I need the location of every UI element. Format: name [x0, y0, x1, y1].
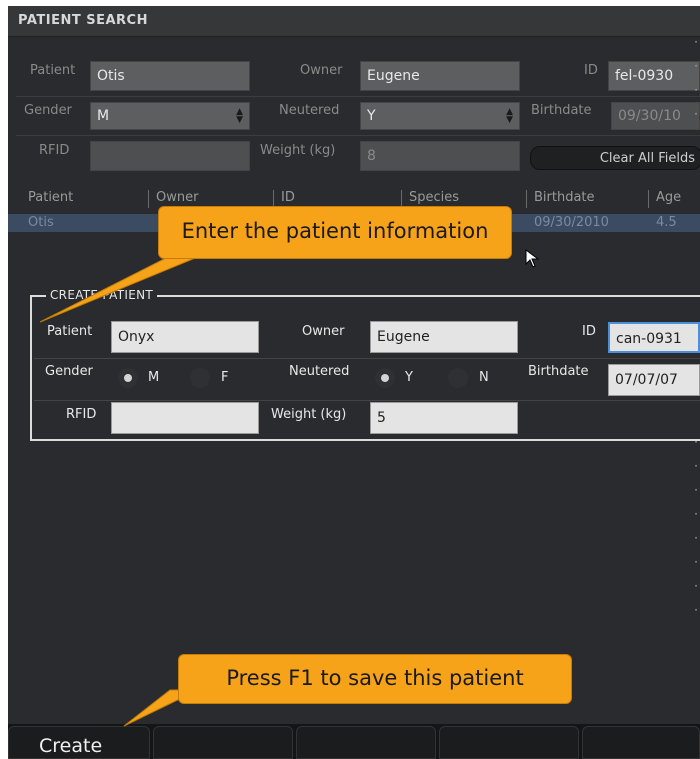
column-separator — [148, 190, 149, 208]
search-birthdate-input[interactable]: 09/30/10 — [611, 102, 700, 130]
create-owner-label: Owner — [302, 324, 345, 339]
column-header-species[interactable]: Species — [409, 190, 459, 205]
function-key-4[interactable] — [439, 726, 579, 759]
search-weight-input[interactable]: 8 — [360, 141, 520, 171]
function-key-2[interactable] — [153, 726, 293, 759]
neutered-y-radio[interactable] — [375, 368, 395, 388]
create-weight-label: Weight (kg) — [271, 407, 347, 422]
create-patient-input[interactable]: Onyx — [111, 321, 259, 353]
create-gender-label: Gender — [45, 364, 93, 379]
select-arrows-icon: ▲ ▼ — [506, 107, 513, 125]
search-patient-input[interactable]: Otis — [90, 61, 250, 91]
select-arrows-icon: ▲ ▼ — [236, 107, 243, 125]
column-separator — [526, 190, 527, 208]
neutered-y-label: Y — [405, 370, 413, 385]
column-header-patient[interactable]: Patient — [28, 190, 73, 205]
divider — [16, 96, 700, 97]
divider — [16, 135, 700, 136]
create-button[interactable]: Create — [8, 726, 150, 759]
divider — [34, 358, 700, 359]
create-rfid-label: RFID — [66, 407, 97, 422]
search-patient-label: Patient — [30, 63, 76, 78]
page-title: PATIENT SEARCH — [18, 13, 148, 28]
search-neutered-select[interactable]: Y ▲ ▼ — [360, 102, 520, 130]
search-id-input[interactable]: fel-0930 — [608, 61, 700, 91]
create-id-label: ID — [582, 324, 596, 339]
title-bar: PATIENT SEARCH — [8, 6, 700, 37]
clear-all-fields-button[interactable]: Clear All Fields — [530, 146, 700, 170]
create-patient-label: Patient — [47, 324, 93, 339]
create-birthdate-label: Birthdate — [528, 364, 589, 379]
function-key-3[interactable] — [296, 726, 436, 759]
patient-search-panel: PATIENT SEARCH Patient Otis Owner Eugene… — [8, 6, 700, 759]
search-neutered-label: Neutered — [279, 103, 340, 118]
gender-m-radio[interactable] — [118, 368, 138, 388]
create-patient-legend: CREATE PATIENT — [46, 288, 158, 302]
column-header-age[interactable]: Age — [656, 190, 681, 205]
function-key-bar: Create — [8, 724, 700, 759]
search-birthdate-label: Birthdate — [531, 103, 592, 118]
scroll-ticks: · · · · — [694, 35, 698, 121]
create-button-label: Create — [39, 735, 103, 757]
gender-f-radio[interactable] — [190, 368, 210, 388]
create-id-input[interactable]: can-0931 — [608, 322, 700, 353]
row-birthdate: 09/30/2010 — [534, 215, 609, 230]
create-birthdate-input[interactable]: 07/07/07 — [608, 364, 700, 396]
callout-press-f1: Press F1 to save this patient — [178, 654, 572, 704]
callout-enter-info: Enter the patient information — [158, 206, 512, 259]
search-gender-select[interactable]: M ▲ ▼ — [90, 102, 250, 130]
scroll-ticks: · · · · · · · · — [694, 435, 698, 617]
neutered-n-label: N — [479, 370, 489, 385]
create-rfid-input[interactable] — [111, 402, 259, 434]
create-weight-input[interactable]: 5 — [370, 402, 518, 434]
search-neutered-value: Y — [367, 108, 376, 124]
gender-m-label: M — [148, 370, 160, 385]
search-owner-label: Owner — [300, 63, 343, 78]
column-header-birthdate[interactable]: Birthdate — [534, 190, 595, 205]
row-patient: Otis — [28, 215, 54, 230]
search-gender-label: Gender — [24, 103, 72, 118]
search-weight-label: Weight (kg) — [260, 143, 336, 158]
create-neutered-label: Neutered — [289, 364, 350, 379]
function-key-5[interactable] — [582, 726, 700, 759]
column-header-id[interactable]: ID — [281, 190, 295, 205]
search-gender-value: M — [97, 108, 110, 124]
divider — [34, 400, 700, 401]
mouse-pointer-icon — [525, 249, 540, 268]
search-id-label: ID — [584, 63, 598, 78]
search-rfid-label: RFID — [39, 143, 70, 158]
search-owner-input[interactable]: Eugene — [360, 61, 520, 91]
gender-f-label: F — [221, 370, 229, 385]
search-rfid-input[interactable] — [90, 141, 250, 171]
row-age: 4.5 — [656, 215, 677, 230]
create-owner-input[interactable]: Eugene — [370, 321, 518, 353]
column-header-owner[interactable]: Owner — [156, 190, 198, 205]
neutered-n-radio[interactable] — [448, 368, 468, 388]
column-separator — [648, 190, 649, 208]
